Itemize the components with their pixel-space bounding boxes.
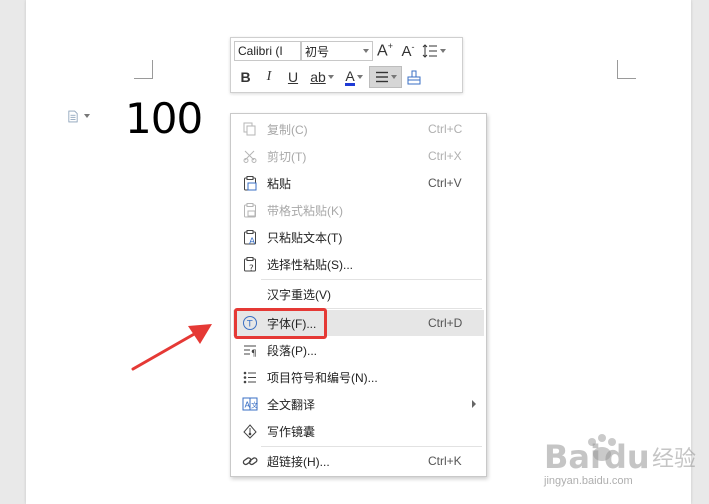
- line-spacing-icon: [422, 44, 437, 58]
- paste-special-icon: ?: [244, 256, 256, 272]
- font-color-icon: A: [345, 67, 355, 86]
- menu-item-label: 超链接(H)...: [267, 454, 330, 469]
- red-arrow-icon: [131, 324, 212, 371]
- chevron-down-icon: [390, 75, 397, 79]
- chevron-down-icon: [363, 49, 369, 53]
- page-margin-corner-top-left: [134, 60, 153, 79]
- grow-font-icon: A+: [377, 41, 393, 60]
- highlight-icon: ab: [310, 69, 326, 85]
- menu-item-shortcut: Ctrl+K: [428, 454, 462, 468]
- align-center-icon: [375, 71, 388, 83]
- link-icon: [242, 457, 258, 466]
- svg-text:A: A: [249, 237, 256, 245]
- menu-item-label: 项目符号和编号(N)...: [267, 370, 378, 385]
- menu-item-paragraph[interactable]: ¶ 段落(P)...: [233, 337, 484, 363]
- highlight-button[interactable]: ab: [305, 66, 339, 88]
- chevron-down-icon: [356, 75, 363, 79]
- shrink-font-button[interactable]: A-: [397, 40, 419, 62]
- chevron-down-icon: [84, 114, 90, 118]
- chevron-down-icon: [327, 75, 334, 79]
- menu-item-cut[interactable]: 剪切(T) Ctrl+X: [233, 143, 484, 169]
- font-color-button[interactable]: A: [339, 66, 369, 88]
- document-text[interactable]: 100: [125, 94, 203, 143]
- menu-item-shortcut: Ctrl+X: [428, 149, 462, 163]
- font-name-value: Calibri (I: [238, 44, 283, 58]
- menu-item-label: 写作镜囊: [267, 424, 316, 439]
- line-spacing-button[interactable]: [419, 40, 449, 62]
- font-size-select[interactable]: 初号: [301, 41, 373, 61]
- page-margin-corner-top-right: [617, 60, 636, 79]
- chevron-right-icon: [472, 400, 476, 408]
- baidu-paw-logo-icon: Bai du 经验: [544, 434, 696, 476]
- writing-icon: [243, 423, 257, 439]
- menu-item-label: 段落(P)...: [267, 343, 317, 358]
- menu-item-bullets-numbering[interactable]: 项目符号和编号(N)...: [233, 364, 484, 390]
- watermark-url: jingyan.baidu.com: [544, 475, 633, 487]
- menu-item-copy[interactable]: 复制(C) Ctrl+C: [233, 116, 484, 142]
- menu-item-paste-special[interactable]: ? 选择性粘贴(S)...: [233, 251, 484, 277]
- svg-text:文: 文: [251, 401, 258, 410]
- italic-button[interactable]: I: [257, 66, 281, 88]
- menu-item-paste-with-format[interactable]: 带格式粘贴(K): [233, 197, 484, 223]
- bold-button[interactable]: B: [234, 66, 257, 88]
- chevron-down-icon: [440, 49, 446, 53]
- cut-icon: [243, 150, 257, 163]
- menu-item-label: 全文翻译: [267, 397, 316, 412]
- menu-item-label: 粘贴: [267, 176, 292, 191]
- menu-item-label: 汉字重选(V): [267, 287, 331, 302]
- menu-item-reselect-hanzi[interactable]: 汉字重选(V): [233, 281, 484, 307]
- svg-text:¶: ¶: [251, 349, 257, 357]
- format-painter-icon: [407, 70, 421, 84]
- paste-format-icon: [244, 202, 256, 217]
- svg-text:?: ?: [249, 264, 254, 272]
- paragraph-icon: ¶: [244, 345, 257, 357]
- font-name-select[interactable]: Calibri (I: [234, 41, 301, 61]
- menu-item-label: 带格式粘贴(K): [267, 203, 343, 218]
- highlight-annotation-box: [234, 308, 327, 339]
- menu-item-shortcut: Ctrl+C: [428, 122, 463, 136]
- menu-item-shortcut: Ctrl+V: [428, 176, 462, 190]
- menu-item-shortcut: Ctrl+D: [428, 316, 463, 330]
- context-menu: 复制(C) Ctrl+C 剪切(T) Ctrl+X 粘贴 Ctrl+V 带格式粘…: [230, 113, 487, 477]
- align-button[interactable]: [369, 66, 402, 88]
- menu-item-translate-document[interactable]: A文 全文翻译: [233, 391, 484, 417]
- svg-text:Bai: Bai: [544, 438, 601, 476]
- paste-icon: [244, 175, 257, 190]
- menu-item-paste[interactable]: 粘贴 Ctrl+V: [233, 170, 484, 196]
- bullets-icon: [243, 371, 256, 383]
- svg-text:经验: 经验: [652, 447, 696, 472]
- menu-item-label: 复制(C): [267, 122, 308, 137]
- menu-separator: [261, 446, 482, 447]
- menu-separator: [261, 279, 482, 280]
- font-size-value: 初号: [305, 44, 330, 59]
- document-icon: [68, 110, 78, 122]
- floating-format-toolbar: Calibri (I 初号 A+ A- B I U ab A: [230, 37, 463, 93]
- menu-item-writing-assistant[interactable]: 写作镜囊: [233, 418, 484, 444]
- svg-text:du: du: [604, 438, 650, 476]
- menu-item-label: 选择性粘贴(S)...: [267, 257, 353, 272]
- copy-icon: [243, 122, 256, 136]
- paragraph-options-button[interactable]: [68, 108, 90, 124]
- underline-button[interactable]: U: [281, 66, 305, 88]
- shrink-font-icon: A-: [401, 42, 415, 60]
- menu-item-hyperlink[interactable]: 超链接(H)... Ctrl+K: [233, 448, 484, 474]
- menu-item-paste-text-only[interactable]: A 只粘贴文本(T): [233, 224, 484, 250]
- paste-text-icon: A: [244, 229, 256, 245]
- baidu-jingyan-watermark: Bai du 经验 jingyan.baidu.com: [540, 428, 705, 500]
- translate-icon: A文: [242, 397, 258, 411]
- format-painter-button[interactable]: [402, 66, 426, 88]
- menu-item-label: 只粘贴文本(T): [267, 230, 343, 245]
- menu-item-label: 剪切(T): [267, 149, 307, 164]
- grow-font-button[interactable]: A+: [373, 40, 397, 62]
